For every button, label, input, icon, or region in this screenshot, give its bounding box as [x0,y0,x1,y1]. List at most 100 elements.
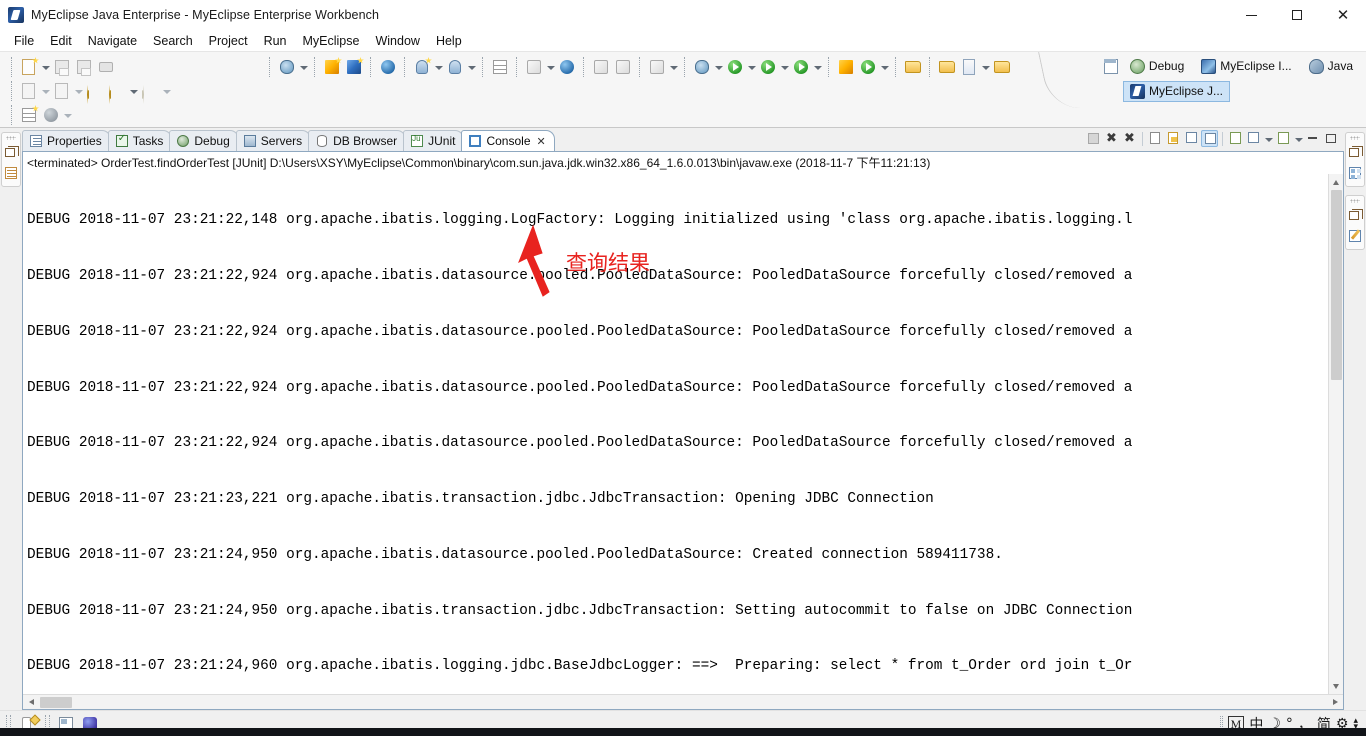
refresh-dropdown-arrow[interactable] [879,57,890,77]
debug-dropdown-arrow[interactable] [713,57,724,77]
terminate-button[interactable] [1085,130,1102,147]
menu-myeclipse[interactable]: MyEclipse [295,32,368,50]
debug-run-icon[interactable] [692,57,712,77]
console-horizontal-scrollbar[interactable] [23,694,1343,709]
open-perspective-icon[interactable] [1102,57,1120,75]
snippets-view-icon[interactable] [1347,228,1363,244]
back-alt-icon[interactable] [107,81,127,104]
new-wizard-icon[interactable] [19,57,39,77]
outline-view-icon[interactable] [3,165,19,181]
new-class-icon[interactable] [52,81,72,101]
menu-project[interactable]: Project [201,32,256,50]
perspective-java[interactable]: Java [1302,56,1360,77]
display-selected-console-button[interactable] [1245,130,1262,147]
back-icon[interactable] [85,81,105,104]
db-export-icon[interactable] [524,57,544,77]
web20-icon[interactable] [378,57,398,77]
run-icon[interactable] [725,57,745,77]
tab-tasks[interactable]: Tasks [107,130,173,151]
new-xml-dropdown-arrow[interactable] [433,57,444,77]
xml-tools-dropdown-arrow[interactable] [466,57,477,77]
maximize-view-button[interactable] [1323,130,1340,147]
scroll-up-button[interactable] [1329,174,1344,189]
open-task-icon[interactable] [992,57,1012,77]
start-server-blue-icon[interactable] [344,57,364,77]
hibernate-reverse-icon[interactable] [490,57,510,77]
snapshot-dropdown-arrow[interactable] [668,57,679,77]
menu-navigate[interactable]: Navigate [80,32,145,50]
run-dropdown-arrow[interactable] [746,57,757,77]
console-output[interactable]: DEBUG 2018-11-07 23:21:22,148 org.apache… [23,174,1328,694]
run-stop-icon[interactable] [791,57,811,77]
tab-servers[interactable]: Servers [235,130,312,151]
deploy-icon[interactable] [277,57,297,77]
pin-console-button[interactable] [1227,130,1244,147]
new-wizard-dropdown-arrow[interactable] [40,57,51,77]
db-export-dropdown-arrow[interactable] [545,57,556,77]
clear-console-button[interactable] [1147,130,1164,147]
restore-icon[interactable] [1347,145,1363,161]
perspective-myeclipse-ide[interactable]: MyEclipse I... [1194,56,1298,77]
scroll-left-button[interactable] [23,695,38,710]
back-dropdown-arrow[interactable] [128,81,139,101]
search-ref-dropdown-arrow[interactable] [980,57,991,77]
menu-edit[interactable]: Edit [42,32,80,50]
snapshot-icon[interactable] [647,57,667,77]
properties-view-icon[interactable] [1347,165,1363,181]
scroll-down-button[interactable] [1329,679,1344,694]
menu-help[interactable]: Help [428,32,470,50]
tab-properties[interactable]: Properties [22,130,111,151]
remove-launch-button[interactable]: ✖ [1103,130,1120,147]
db-refresh-icon[interactable] [613,57,633,77]
start-server-yellow-icon[interactable] [322,57,342,77]
forward-icon[interactable] [140,81,160,104]
scroll-thumb-vertical[interactable] [1330,190,1342,380]
save-icon[interactable] [52,57,72,77]
open-console-dropdown-arrow[interactable] [1293,129,1304,149]
new-report-icon[interactable] [19,105,39,125]
print-icon[interactable] [96,57,116,77]
close-button[interactable]: ✕ [1320,0,1366,30]
search-ref-icon[interactable] [959,57,979,77]
scroll-right-button[interactable] [1328,695,1343,710]
rail-grip[interactable] [6,136,16,140]
word-wrap-button[interactable] [1183,130,1200,147]
web-preview-icon[interactable] [41,105,61,125]
run-config-dropdown-arrow[interactable] [779,57,790,77]
web-preview-dropdown-arrow[interactable] [62,105,73,125]
run-config-icon[interactable] [758,57,778,77]
rail-grip[interactable] [1350,136,1360,140]
run-stop-dropdown-arrow[interactable] [812,57,823,77]
new-class-dropdown-arrow[interactable] [73,81,84,101]
menu-run[interactable]: Run [256,32,295,50]
save-all-icon[interactable] [74,57,94,77]
menu-search[interactable]: Search [145,32,201,50]
open-console-button[interactable] [1275,130,1292,147]
menu-file[interactable]: File [6,32,42,50]
perspective-myeclipse-java[interactable]: MyEclipse J... [1122,80,1230,102]
show-console-on-output-button[interactable] [1201,130,1218,147]
jpa-icon[interactable] [591,57,611,77]
maximize-button[interactable] [1274,0,1320,30]
tab-debug[interactable]: Debug [169,130,239,151]
minimize-button[interactable] [1228,0,1274,30]
forward-dropdown-arrow[interactable] [161,81,172,101]
new-package-icon[interactable] [836,57,856,77]
deploy-dropdown-arrow[interactable] [298,57,309,77]
rail-grip[interactable] [1350,199,1360,203]
new-xml-icon[interactable] [412,57,432,77]
new-java-project-icon[interactable] [19,81,39,101]
refresh-green-icon[interactable] [858,57,878,77]
console-vertical-scrollbar[interactable] [1328,174,1343,694]
minimize-view-button[interactable] [1305,130,1322,147]
restore-icon[interactable] [3,145,19,161]
menu-window[interactable]: Window [367,32,427,50]
close-icon[interactable]: ✕ [537,135,546,148]
tab-junit[interactable]: JUnit [403,130,465,151]
display-console-dropdown-arrow[interactable] [1263,129,1274,149]
restore-icon[interactable] [1347,208,1363,224]
xml-tools-icon[interactable] [445,57,465,77]
open-resource-icon[interactable] [937,57,957,77]
tab-db-browser[interactable]: DB Browser [308,130,407,151]
tab-console[interactable]: Console ✕ [461,130,555,151]
